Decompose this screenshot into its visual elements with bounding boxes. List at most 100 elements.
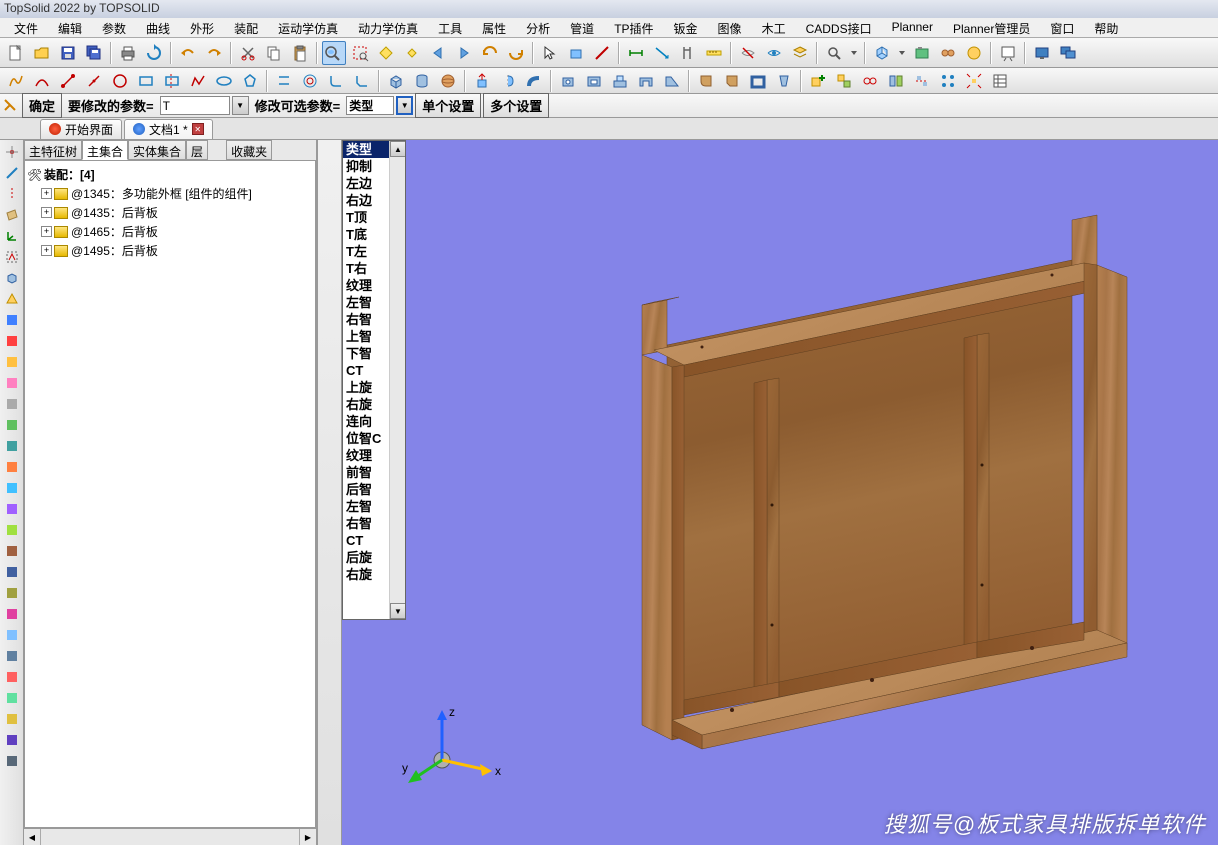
- zoom-in-icon[interactable]: [374, 41, 398, 65]
- lb-sketch-icon[interactable]: [2, 247, 22, 267]
- dimension-icon[interactable]: [650, 41, 674, 65]
- menu-planner[interactable]: Planner: [882, 18, 943, 37]
- scroll-right-icon[interactable]: ▶: [299, 829, 316, 845]
- modify-param-dropdown-icon[interactable]: ▼: [232, 96, 249, 115]
- select-icon[interactable]: [538, 41, 562, 65]
- lb-axis-icon[interactable]: [2, 184, 22, 204]
- align-icon[interactable]: [910, 69, 934, 93]
- menu-window[interactable]: 窗口: [1040, 18, 1084, 37]
- polygon-icon[interactable]: [238, 69, 262, 93]
- show-icon[interactable]: [762, 41, 786, 65]
- tree-item-3[interactable]: + @1495：后背板: [27, 241, 313, 260]
- search-icon[interactable]: [822, 41, 846, 65]
- rib-icon[interactable]: [660, 69, 684, 93]
- menu-kinematics[interactable]: 运动学仿真: [268, 18, 348, 37]
- drill-icon[interactable]: [556, 69, 580, 93]
- menu-curve[interactable]: 曲线: [136, 18, 180, 37]
- scroll-down-icon[interactable]: ▼: [390, 603, 406, 619]
- menu-cadds[interactable]: CADDS接口: [796, 18, 882, 37]
- zoom-window-icon[interactable]: [348, 41, 372, 65]
- rotate-left-icon[interactable]: [478, 41, 502, 65]
- tree-root[interactable]: 🛠 装配：[4]: [27, 165, 313, 184]
- tree-tab-entityset[interactable]: 实体集合: [128, 140, 186, 160]
- revolve-icon[interactable]: [496, 69, 520, 93]
- new-doc-icon[interactable]: [4, 41, 28, 65]
- pan-right-icon[interactable]: [452, 41, 476, 65]
- lb-frame-icon[interactable]: [2, 226, 22, 246]
- sphere-icon[interactable]: [436, 69, 460, 93]
- pocket-icon[interactable]: [582, 69, 606, 93]
- refresh-icon[interactable]: [142, 41, 166, 65]
- tab-start[interactable]: 开始界面: [40, 119, 122, 139]
- tree-item-1[interactable]: + @1435：后背板: [27, 203, 313, 222]
- explode-icon[interactable]: [962, 69, 986, 93]
- multi-setting-button[interactable]: 多个设置: [483, 93, 549, 118]
- zoom-fit-icon[interactable]: [322, 41, 346, 65]
- tree-tab-mainset[interactable]: 主集合: [82, 140, 128, 160]
- lb-plane-icon[interactable]: [2, 205, 22, 225]
- tree-tab-layer[interactable]: 层: [186, 140, 208, 160]
- menu-pipe[interactable]: 管道: [560, 18, 604, 37]
- line-mid-icon[interactable]: [82, 69, 106, 93]
- lb-lime-icon[interactable]: [2, 520, 22, 540]
- menu-image[interactable]: 图像: [708, 18, 752, 37]
- lb-steel-icon[interactable]: [2, 646, 22, 666]
- lb-fuchsia-icon[interactable]: [2, 604, 22, 624]
- expand-icon[interactable]: +: [41, 245, 52, 256]
- menu-plannermgr[interactable]: Planner管理员: [943, 18, 1040, 37]
- material-icon[interactable]: [962, 41, 986, 65]
- copy-icon[interactable]: [262, 41, 286, 65]
- lb-gold-icon[interactable]: [2, 709, 22, 729]
- measure-icon[interactable]: [624, 41, 648, 65]
- expand-icon[interactable]: +: [41, 207, 52, 218]
- fillet-curve-icon[interactable]: [324, 69, 348, 93]
- lb-sky-icon[interactable]: [2, 625, 22, 645]
- ruler-icon[interactable]: [702, 41, 726, 65]
- cabinet-model[interactable]: [572, 205, 1212, 765]
- glasses-icon[interactable]: [936, 41, 960, 65]
- shell-icon[interactable]: [746, 69, 770, 93]
- cut-icon[interactable]: [236, 41, 260, 65]
- select-edge-icon[interactable]: [590, 41, 614, 65]
- tree-item-0[interactable]: + @1345：多功能外框 [组件的组件]: [27, 184, 313, 203]
- expand-icon[interactable]: +: [41, 226, 52, 237]
- curve-icon[interactable]: [30, 69, 54, 93]
- layers-icon[interactable]: [788, 41, 812, 65]
- menu-param[interactable]: 参数: [92, 18, 136, 37]
- menu-attribute[interactable]: 属性: [472, 18, 516, 37]
- pattern-icon[interactable]: [936, 69, 960, 93]
- sub-assembly-icon[interactable]: [832, 69, 856, 93]
- bom-icon[interactable]: [988, 69, 1012, 93]
- optional-param-input[interactable]: 类型: [346, 96, 394, 115]
- lb-red-icon[interactable]: [2, 331, 22, 351]
- lb-indigo-icon[interactable]: [2, 730, 22, 750]
- lb-salmon-icon[interactable]: [2, 667, 22, 687]
- rectangle-icon[interactable]: [134, 69, 158, 93]
- circle-icon[interactable]: [108, 69, 132, 93]
- concentric-icon[interactable]: [298, 69, 322, 93]
- open-doc-icon[interactable]: [30, 41, 54, 65]
- pan-left-icon[interactable]: [426, 41, 450, 65]
- constraint-icon[interactable]: [858, 69, 882, 93]
- save-all-icon[interactable]: [82, 41, 106, 65]
- add-part-icon[interactable]: [806, 69, 830, 93]
- tree-h-scrollbar[interactable]: ◀ ▶: [24, 828, 316, 845]
- lb-olive-icon[interactable]: [2, 583, 22, 603]
- tab-close-icon[interactable]: ✕: [192, 123, 204, 135]
- lb-cube-icon[interactable]: [2, 268, 22, 288]
- lb-green-icon[interactable]: [2, 415, 22, 435]
- lb-navy-icon[interactable]: [2, 562, 22, 582]
- lb-cone-icon[interactable]: [2, 289, 22, 309]
- cylinder-icon[interactable]: [410, 69, 434, 93]
- menu-help[interactable]: 帮助: [1084, 18, 1128, 37]
- polyline-icon[interactable]: [186, 69, 210, 93]
- menu-wood[interactable]: 木工: [752, 18, 796, 37]
- paste-icon[interactable]: [288, 41, 312, 65]
- lb-blue-icon[interactable]: [2, 310, 22, 330]
- menu-edit[interactable]: 编辑: [48, 18, 92, 37]
- select-face-icon[interactable]: [564, 41, 588, 65]
- single-setting-button[interactable]: 单个设置: [415, 93, 481, 118]
- confirm-button[interactable]: 确定: [22, 93, 62, 118]
- lb-pink-icon[interactable]: [2, 373, 22, 393]
- lb-teal-icon[interactable]: [2, 436, 22, 456]
